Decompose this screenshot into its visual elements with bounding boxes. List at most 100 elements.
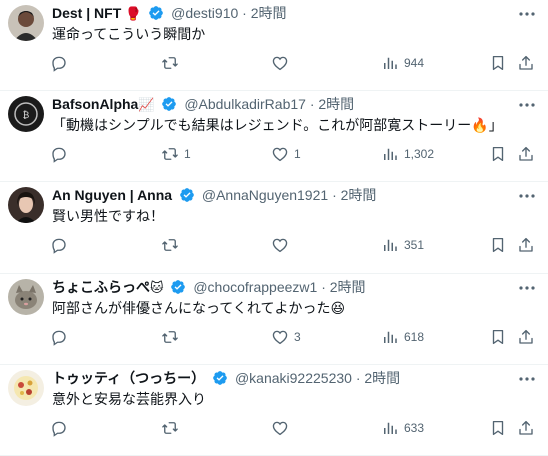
name-emoji: 🥊 — [125, 6, 142, 21]
reply-icon — [52, 147, 66, 163]
retweet-button[interactable] — [161, 417, 184, 439]
display-name[interactable]: BafsonAlpha — [52, 96, 138, 112]
share-button[interactable] — [517, 52, 535, 74]
like-button[interactable] — [271, 52, 294, 74]
user-handle[interactable]: @AnnaNguyen1921 — [202, 187, 328, 203]
retweet-button[interactable] — [161, 52, 184, 74]
tweet-actions: 3 618 — [0, 326, 548, 348]
more-options-icon[interactable] — [516, 6, 538, 22]
svg-text:₿: ₿ — [23, 110, 30, 120]
timestamp[interactable]: 2時間 — [364, 370, 400, 386]
share-button[interactable] — [517, 417, 535, 439]
views-button[interactable]: 633 — [381, 417, 424, 439]
avatar-bafson-icon: ₿ — [8, 96, 44, 133]
tweet-text: 運命ってこういう瞬間か — [52, 26, 206, 42]
views-button[interactable]: 1,302 — [381, 143, 434, 165]
views-chart-icon — [384, 240, 397, 252]
like-button[interactable]: 1 — [271, 143, 301, 165]
bookmark-button[interactable] — [489, 234, 507, 256]
heart-icon — [272, 421, 288, 435]
tweet[interactable]: An Nguyen | Anna @AnnaNguyen1921 · 2時間 賢… — [0, 182, 548, 274]
name-emoji: 📈 — [138, 97, 155, 113]
user-handle[interactable]: @AbdulkadirRab17 — [184, 96, 306, 112]
like-count: 1 — [294, 147, 301, 162]
user-handle[interactable]: @kanaki92225230 — [235, 370, 352, 386]
view-count: 618 — [404, 329, 425, 344]
retweet-icon — [162, 148, 178, 161]
user-handle[interactable]: @desti910 — [171, 5, 238, 21]
display-name[interactable]: ちょこふらっぺ — [52, 279, 150, 295]
like-button[interactable] — [271, 234, 294, 256]
retweet-button[interactable]: 1 — [161, 143, 191, 165]
avatar[interactable] — [8, 369, 44, 406]
more-options-icon[interactable] — [516, 188, 538, 204]
display-name[interactable]: Dest | NFT — [52, 5, 121, 21]
retweet-icon — [162, 421, 178, 434]
bookmark-button[interactable] — [489, 417, 507, 439]
more-options-icon[interactable] — [516, 371, 538, 387]
views-button[interactable]: 351 — [381, 234, 424, 256]
view-count: 351 — [404, 238, 425, 253]
tweet-text: 意外と安易な芸能界入り — [52, 390, 206, 407]
verified-badge-icon — [179, 187, 195, 203]
timestamp[interactable]: 2時間 — [341, 187, 377, 203]
views-chart-icon — [384, 148, 397, 161]
like-button[interactable]: 3 — [271, 326, 301, 348]
verified-badge-icon — [212, 370, 228, 386]
avatar-tutti-icon — [8, 369, 44, 406]
display-name[interactable]: トゥッティ（つっちー） — [52, 370, 205, 386]
retweet-button[interactable] — [161, 326, 184, 348]
bookmark-button[interactable] — [489, 52, 507, 74]
avatar[interactable] — [8, 278, 44, 315]
like-button[interactable] — [271, 417, 294, 439]
heart-icon — [272, 239, 288, 253]
reply-button[interactable] — [50, 417, 73, 439]
timestamp[interactable]: 2時間 — [330, 279, 366, 295]
tweet[interactable]: ₿ BafsonAlpha📈 @AbdulkadirRab17 · 2時間 「動… — [0, 91, 548, 183]
reply-button[interactable] — [50, 234, 73, 256]
bookmark-icon — [492, 147, 504, 162]
tweet[interactable]: トゥッティ（つっちー） @kanaki92225230 · 2時間 意外と安易な… — [0, 365, 548, 456]
views-button[interactable]: 944 — [381, 52, 424, 74]
retweet-button[interactable] — [161, 234, 184, 256]
bookmark-button[interactable] — [489, 326, 507, 348]
bookmark-button[interactable] — [489, 143, 507, 165]
share-button[interactable] — [517, 234, 535, 256]
user-handle[interactable]: @chocofrappeezw1 — [193, 279, 317, 295]
tweet-actions: 633 — [0, 417, 548, 439]
timestamp[interactable]: 2時間 — [318, 96, 354, 112]
reply-icon — [52, 56, 66, 72]
timestamp[interactable]: 2時間 — [251, 5, 287, 21]
display-name[interactable]: An Nguyen | Anna — [52, 187, 172, 203]
heart-icon — [272, 56, 288, 71]
bookmark-icon — [492, 55, 504, 71]
verified-badge-icon — [161, 96, 177, 112]
retweet-icon — [162, 57, 178, 69]
views-button[interactable]: 618 — [381, 326, 424, 348]
tweet-feed: Dest | NFT 🥊 @desti910 · 2時間 運命ってこういう瞬間か… — [0, 0, 548, 456]
tweet[interactable]: Dest | NFT 🥊 @desti910 · 2時間 運命ってこういう瞬間か… — [0, 0, 548, 92]
avatar[interactable]: ₿ — [8, 96, 44, 133]
share-button[interactable] — [517, 326, 535, 348]
share-icon — [519, 420, 533, 435]
tweet-actions: 351 — [0, 234, 548, 256]
like-count: 3 — [294, 329, 301, 344]
tweet[interactable]: ちょこふらっぺ🐱 @chocofrappeezw1 · 2時間 阿部さんが俳優さ… — [0, 274, 548, 365]
avatar[interactable] — [8, 5, 44, 41]
more-options-icon[interactable] — [516, 280, 538, 296]
reply-button[interactable] — [50, 52, 73, 74]
verified-badge-icon — [170, 279, 186, 295]
heart-icon — [272, 330, 288, 344]
avatar[interactable] — [8, 187, 44, 224]
retweet-icon — [162, 330, 178, 343]
reply-button[interactable] — [50, 326, 73, 348]
views-chart-icon — [384, 57, 397, 69]
share-icon — [519, 329, 533, 344]
share-button[interactable] — [517, 143, 535, 165]
share-icon — [519, 147, 533, 161]
reply-icon — [52, 330, 66, 346]
view-count: 1,302 — [404, 147, 435, 162]
more-options-icon[interactable] — [516, 97, 538, 113]
avatar-anna-icon — [8, 187, 44, 224]
reply-button[interactable] — [50, 143, 73, 165]
